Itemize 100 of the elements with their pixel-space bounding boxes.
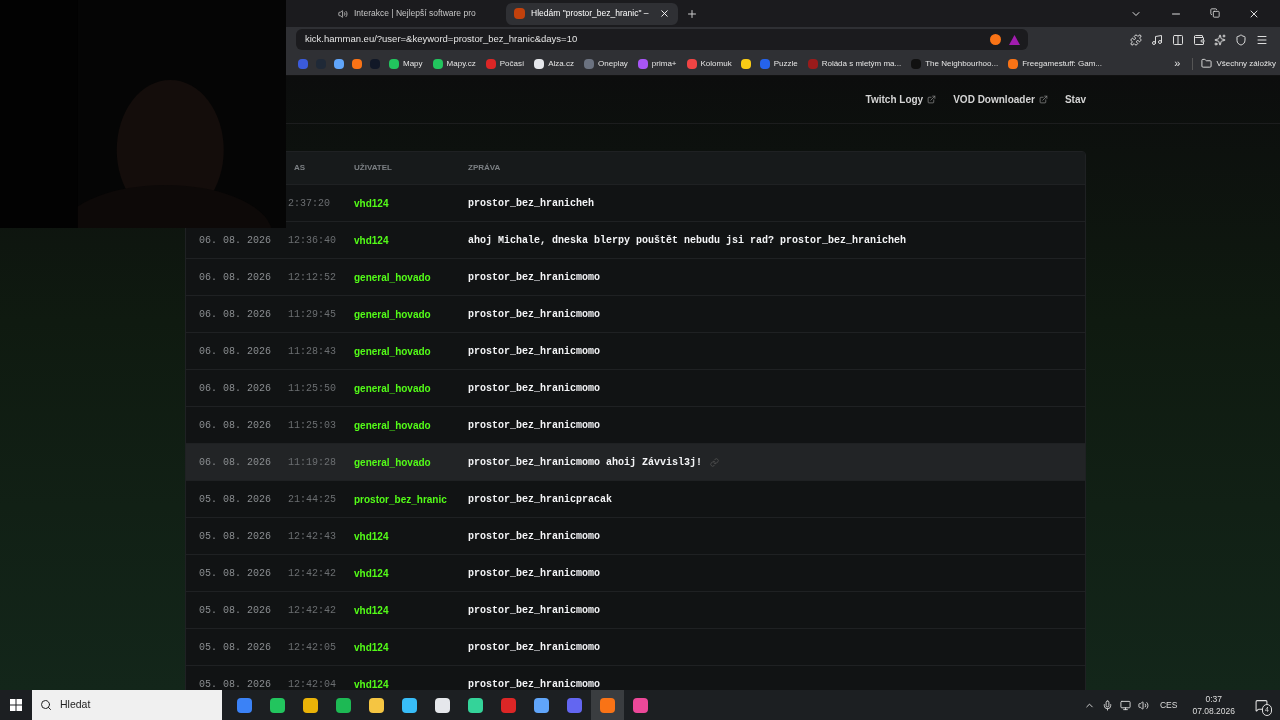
date-cell: 05. 08. 2026 bbox=[199, 641, 271, 653]
date-cell: 05. 08. 2026 bbox=[199, 678, 271, 690]
volume-icon[interactable] bbox=[1137, 699, 1149, 711]
new-tab-icon[interactable] bbox=[686, 7, 698, 20]
message-cell-text: prostor_bez_hranicmomo bbox=[468, 344, 601, 359]
message-cell-text: prostor_bez_hranicmomo bbox=[468, 418, 601, 433]
more-bookmarks-button[interactable]: » bbox=[1174, 55, 1181, 72]
external-link-icon bbox=[927, 95, 937, 104]
bookmark[interactable]: The Neighbourhoo... bbox=[906, 54, 1004, 73]
date-cell: 06. 08. 2026 bbox=[199, 234, 271, 246]
time-cell: 2:37:20 bbox=[288, 197, 330, 209]
tab-title: Hledám "prostor_bez_hranic" – bbox=[531, 7, 650, 20]
username-link[interactable]: general_hovado bbox=[354, 382, 431, 394]
username-link[interactable]: vhd124 bbox=[354, 604, 389, 616]
time-cell: 12:36:40 bbox=[288, 234, 336, 246]
folder-icon bbox=[1201, 58, 1213, 69]
sidebar-icon[interactable] bbox=[1172, 33, 1184, 46]
message-cell-text: prostor_bez_hranicmomo bbox=[468, 677, 601, 690]
time-cell: 11:25:03 bbox=[288, 419, 336, 431]
bookmark[interactable]: Mapy bbox=[384, 54, 428, 73]
date-cell: 06. 08. 2026 bbox=[199, 308, 271, 320]
message-cell-text: prostor_bez_hranicmomo bbox=[468, 640, 601, 655]
browser-tab[interactable]: Interakce | Nejlepší software pro bbox=[330, 2, 502, 25]
time-cell: 12:12:52 bbox=[288, 271, 336, 283]
microphone-icon[interactable] bbox=[1101, 699, 1113, 711]
time-cell: 11:29:45 bbox=[288, 308, 336, 320]
bookmark[interactable]: Roláda s mletým ma... bbox=[802, 54, 907, 73]
username-link[interactable]: vhd124 bbox=[354, 530, 389, 542]
nav-link[interactable]: Stav bbox=[1064, 92, 1086, 107]
date-cell: 06. 08. 2026 bbox=[199, 345, 271, 357]
search-icon bbox=[40, 699, 52, 711]
time-cell: 11:19:28 bbox=[288, 456, 336, 468]
username-link[interactable]: general_hovado bbox=[354, 456, 431, 468]
search-field[interactable]: Hledat bbox=[32, 690, 222, 720]
network-icon[interactable] bbox=[1119, 699, 1131, 711]
message-cell-text: prostor_bez_hranicheh bbox=[468, 196, 595, 211]
triangle-icon[interactable] bbox=[1009, 34, 1020, 45]
date-cell: 05. 08. 2026 bbox=[199, 567, 271, 579]
bookmark[interactable]: prima+ bbox=[632, 54, 682, 73]
windows-icon[interactable] bbox=[10, 699, 22, 711]
tab-title: Interakce | Nejlepší software pro bbox=[354, 7, 477, 20]
external-link-icon bbox=[1038, 95, 1048, 104]
message-cell-text: prostor_bez_hranicmomo bbox=[468, 566, 601, 581]
clock-date[interactable]: 07.08.2026 bbox=[1192, 705, 1235, 717]
bookmark[interactable]: Kolomuk bbox=[681, 54, 737, 73]
time-cell: 12:42:05 bbox=[288, 641, 336, 653]
date-cell: 06. 08. 2026 bbox=[199, 456, 271, 468]
message-cell-text: prostor_bez_hranicmomo ahoij Závvisl3j! bbox=[468, 455, 703, 470]
all-bookmarks-button[interactable]: Všechny záložky bbox=[1192, 57, 1276, 70]
browser-tab[interactable]: Hledám "prostor_bez_hranic" – bbox=[506, 2, 678, 25]
sparkles-icon[interactable] bbox=[1214, 33, 1226, 46]
bookmark[interactable]: Alza.cz bbox=[529, 54, 580, 73]
date-cell: 05. 08. 2026 bbox=[199, 493, 271, 505]
username-link[interactable]: prostor_bez_hranic bbox=[354, 493, 447, 505]
nav-link[interactable]: VOD Downloader bbox=[953, 92, 1048, 107]
username-link[interactable]: general_hovado bbox=[354, 419, 431, 431]
highlighted-row[interactable]: 06. 08. 2026 11:19:28 general_hovado prostor_bez_hranicmomo ahoij Závvisl3j! bbox=[186, 443, 1085, 480]
column-header: ZPRÁVA bbox=[468, 162, 501, 174]
time-cell: 12:42:04 bbox=[288, 678, 336, 690]
username-link[interactable]: vhd124 bbox=[354, 678, 389, 690]
message-cell-text: prostor_bez_hranicmomo bbox=[468, 529, 601, 544]
date-cell: 06. 08. 2026 bbox=[199, 271, 271, 283]
bookmark[interactable]: Počasí bbox=[480, 54, 530, 73]
restore-icon[interactable] bbox=[1210, 7, 1220, 18]
speaker-icon bbox=[338, 8, 348, 19]
date-cell: 05. 08. 2026 bbox=[199, 604, 271, 616]
bookmark[interactable]: Freegamestuff: Gam... bbox=[1003, 54, 1108, 73]
language-indicator[interactable]: CES bbox=[1159, 698, 1178, 712]
message-cell-text: prostor_bez_hranicmomo bbox=[468, 603, 601, 618]
time-cell: 11:25:50 bbox=[288, 382, 336, 394]
time-cell: 12:42:42 bbox=[288, 604, 336, 616]
address-field[interactable]: kick.hamman.eu/?user=&keyword=prostor_bez_hranic&days=10 bbox=[296, 29, 1028, 50]
time-cell: 12:42:42 bbox=[288, 567, 336, 579]
time-cell: 12:42:43 bbox=[288, 530, 336, 542]
username-link[interactable]: general_hovado bbox=[354, 345, 431, 357]
clock-time[interactable]: 0:37 bbox=[1205, 693, 1222, 705]
date-cell: 06. 08. 2026 bbox=[199, 382, 271, 394]
bookmark[interactable]: Puzzle bbox=[754, 54, 803, 73]
column-header: UŽIVATEL bbox=[354, 162, 393, 174]
wallet-icon[interactable] bbox=[1193, 33, 1205, 46]
date-cell: 05. 08. 2026 bbox=[199, 530, 271, 542]
message-cell-text: prostor_bez_hranicmomo bbox=[468, 270, 601, 285]
username-link[interactable]: general_hovado bbox=[354, 308, 431, 320]
bookmark[interactable]: Mapy.cz bbox=[427, 54, 481, 73]
extensions-icon[interactable] bbox=[1130, 33, 1142, 46]
username-link[interactable]: vhd124 bbox=[354, 641, 389, 653]
close-icon[interactable] bbox=[659, 8, 670, 19]
bookmark[interactable]: Oneplay bbox=[579, 54, 633, 73]
time-cell: 21:44:25 bbox=[288, 493, 336, 505]
menu-icon[interactable] bbox=[1256, 33, 1268, 46]
nav-link[interactable]: Twitch Logy bbox=[865, 92, 937, 107]
column-header: AS bbox=[293, 162, 307, 174]
username-link[interactable]: vhd124 bbox=[354, 567, 389, 579]
message-cell-text: prostor_bez_hranicpracak bbox=[468, 492, 613, 507]
username-link[interactable]: general_hovado bbox=[354, 271, 431, 283]
time-cell: 11:28:43 bbox=[288, 345, 336, 357]
username-link[interactable]: vhd124 bbox=[354, 234, 389, 246]
music-icon[interactable] bbox=[1151, 33, 1163, 46]
username-link[interactable]: vhd124 bbox=[354, 197, 389, 209]
message-cell-text: ahoj Michale, dneska blerpy pouštět nebudu jsi rad? prostor_bez_hranicheh bbox=[468, 233, 907, 248]
